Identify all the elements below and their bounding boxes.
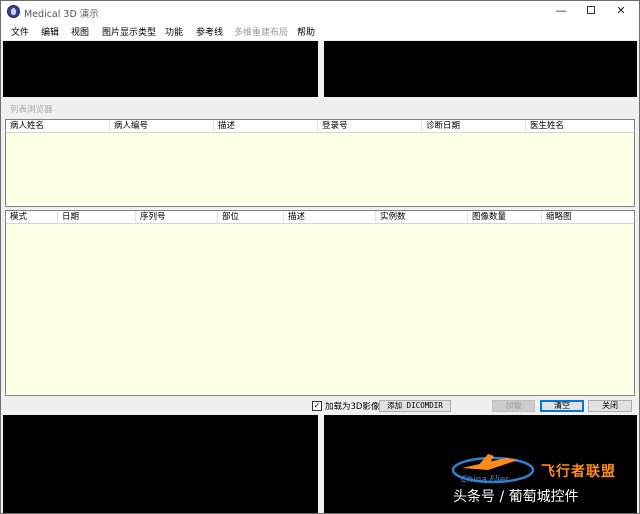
- viewport-top-left[interactable]: [3, 41, 318, 97]
- viewport-top-right[interactable]: [324, 41, 637, 97]
- app-window: Medical 3D 演示 — ✕ 文件 编辑 视图 图片显示类型 功能 参考线…: [0, 0, 640, 514]
- menu-file[interactable]: 文件: [11, 25, 29, 38]
- window-title: Medical 3D 演示: [24, 9, 99, 20]
- column-header-diagnosis-date[interactable]: 诊断日期: [422, 120, 526, 133]
- app-logo-icon: [7, 5, 20, 18]
- minimize-button[interactable]: —: [547, 1, 575, 22]
- watermark-caption: 头条号 / 葡萄城控件: [453, 489, 579, 505]
- add-dicomdir-button[interactable]: 添加 DICOMDIR: [379, 400, 451, 412]
- patients-table-header: 病人姓名 病人编号 描述 登录号 诊断日期 医生姓名: [6, 120, 634, 133]
- maximize-icon: [587, 6, 595, 14]
- column-header-series-description[interactable]: 描述: [284, 211, 376, 224]
- viewport-bottom-left[interactable]: [3, 415, 318, 513]
- column-header-accession-number[interactable]: 登录号: [318, 120, 422, 133]
- menu-reference-lines[interactable]: 参考线: [196, 25, 223, 38]
- list-browser-panel: 列表浏览器 病人姓名 病人编号 描述 登录号 诊断日期 医生姓名 模式 日期 序…: [3, 97, 637, 415]
- watermark-subtitle: China Flier: [461, 475, 509, 485]
- menu-functions[interactable]: 功能: [165, 25, 183, 38]
- series-table-header: 模式 日期 序列号 部位 描述 实例数 图像数量 缩略图: [6, 211, 634, 224]
- column-header-description[interactable]: 描述: [214, 120, 318, 133]
- load-as-3d-checkbox[interactable]: ✓: [312, 401, 322, 411]
- column-header-image-count[interactable]: 图像数量: [468, 211, 542, 224]
- column-header-body-part[interactable]: 部位: [218, 211, 284, 224]
- watermark-brand: 飞行者联盟: [541, 464, 616, 480]
- series-table[interactable]: 模式 日期 序列号 部位 描述 实例数 图像数量 缩略图: [5, 210, 635, 396]
- menu-image-display-type[interactable]: 图片显示类型: [102, 25, 156, 38]
- list-browser-title: 列表浏览器: [10, 105, 53, 115]
- column-header-instance-count[interactable]: 实例数: [376, 211, 468, 224]
- menu-mpr-layout[interactable]: 多维重建布局: [234, 25, 288, 38]
- column-header-doctor-name[interactable]: 医生姓名: [526, 120, 634, 133]
- clear-button[interactable]: 清空: [540, 400, 584, 412]
- column-header-thumbnail[interactable]: 缩略图: [542, 211, 634, 224]
- menu-view[interactable]: 视图: [71, 25, 89, 38]
- load-as-3d-label[interactable]: 加载为3D影像: [325, 400, 379, 412]
- load-button[interactable]: 加载: [492, 400, 535, 412]
- menu-bar: 文件 编辑 视图 图片显示类型 功能 参考线 多维重建布局 帮助: [1, 22, 639, 40]
- close-window-button[interactable]: ✕: [607, 1, 635, 22]
- patients-table[interactable]: 病人姓名 病人编号 描述 登录号 诊断日期 医生姓名: [5, 119, 635, 207]
- column-header-patient-name[interactable]: 病人姓名: [6, 120, 110, 133]
- column-header-patient-id[interactable]: 病人编号: [110, 120, 214, 133]
- maximize-button[interactable]: [577, 1, 605, 22]
- title-bar[interactable]: Medical 3D 演示 — ✕: [1, 1, 639, 22]
- column-header-series-number[interactable]: 序列号: [136, 211, 218, 224]
- menu-edit[interactable]: 编辑: [41, 25, 59, 38]
- column-header-modality[interactable]: 模式: [6, 211, 58, 224]
- close-button[interactable]: 关闭: [588, 400, 632, 412]
- column-header-date[interactable]: 日期: [58, 211, 136, 224]
- menu-help[interactable]: 帮助: [297, 25, 315, 38]
